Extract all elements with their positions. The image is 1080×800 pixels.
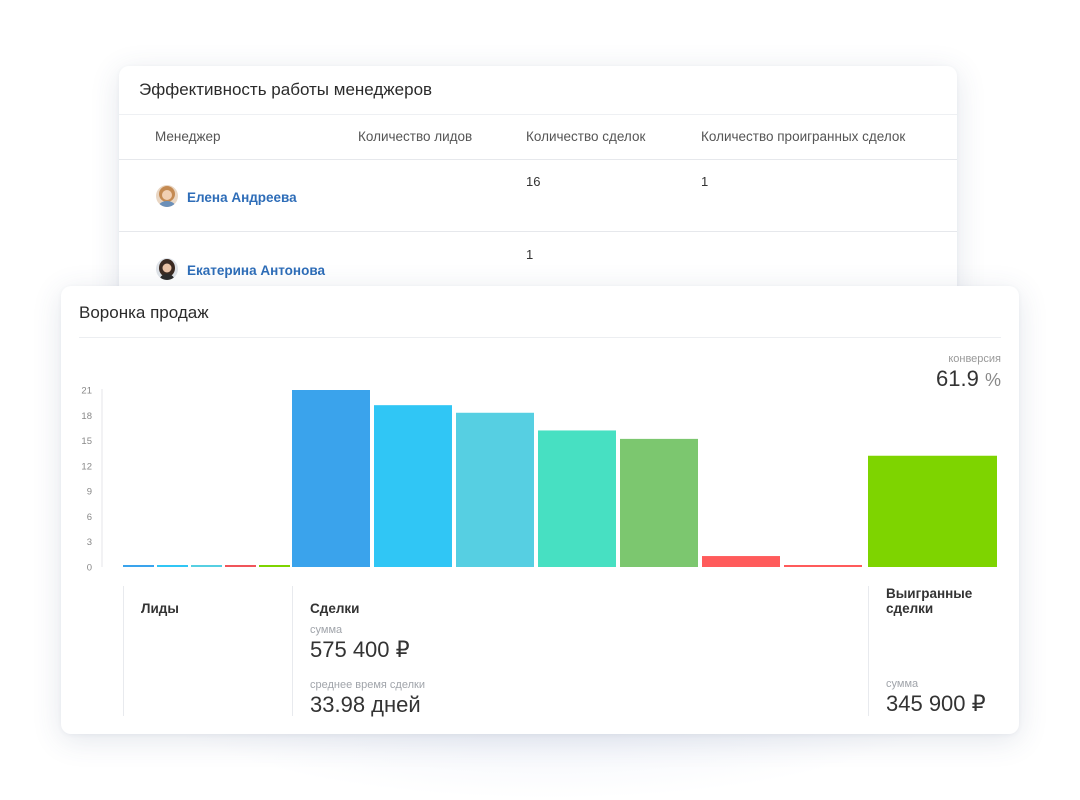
y-tick-label: 15 (81, 436, 92, 447)
won-sum-value: 345 900 ₽ (886, 691, 986, 716)
avg-deal-time-label: среднее время сделки (310, 679, 425, 691)
won-deals-title-line2: сделки (886, 601, 934, 616)
funnel-bar (456, 412, 534, 567)
y-tick-label: 21 (81, 386, 92, 397)
won-deals-section: Выигранные сделки сумма 345 900 ₽ (868, 586, 1009, 716)
y-tick-label: 9 (87, 487, 92, 498)
funnel-bar (292, 390, 370, 567)
column-header-manager[interactable]: Менеджер (155, 129, 221, 144)
deals-count: 1 (526, 247, 534, 262)
funnel-bar (259, 565, 290, 567)
y-tick-label: 0 (87, 563, 92, 574)
leads-section-title: Лиды (141, 601, 179, 616)
managers-table-header: Менеджер Количество лидов Количество сде… (119, 114, 957, 160)
managers-card-title: Эффективность работы менеджеров (139, 80, 433, 99)
funnel-bar (538, 430, 616, 567)
column-header-leads[interactable]: Количество лидов (358, 129, 472, 144)
funnel-bar (868, 455, 997, 567)
funnel-bar (620, 438, 698, 567)
avg-deal-time-value: 33.98 дней (310, 692, 421, 717)
funnel-bar-chart: 0 3 6 9 12 15 18 21 (81, 386, 997, 574)
won-sum-label: сумма (886, 678, 919, 690)
managers-performance-card: Эффективность работы менеджеров Менеджер… (119, 66, 957, 306)
sales-funnel-card: Воронка продаж конверсия 61.9 % 0 3 6 9 12 15… (61, 286, 1019, 734)
leads-section: Лиды (123, 586, 292, 716)
funnel-bar (157, 565, 188, 567)
manager-name-link[interactable]: Екатерина Антонова (187, 263, 325, 278)
lost-deals-count: 1 (701, 174, 709, 189)
won-deals-title-line1: Выигранные (886, 586, 973, 601)
deals-section: Сделки сумма 575 400 ₽ среднее время сде… (292, 586, 869, 717)
y-tick-label: 6 (87, 512, 92, 523)
deals-section-title: Сделки (310, 601, 360, 616)
won-deals-section-title: Выигранные сделки (886, 586, 972, 616)
funnel-bar (374, 405, 452, 567)
column-header-deals[interactable]: Количество сделок (526, 129, 645, 144)
y-tick-label: 12 (81, 461, 92, 472)
column-header-lost-deals[interactable]: Количество проигранных сделок (701, 129, 905, 144)
funnel-bar (225, 565, 256, 567)
y-tick-label: 18 (81, 411, 92, 422)
funnel-bar (702, 556, 780, 567)
deals-count: 16 (526, 174, 541, 189)
deals-sum-label: сумма (310, 624, 343, 636)
y-tick-label: 3 (87, 537, 92, 548)
avatar[interactable] (156, 258, 178, 280)
avatar[interactable] (156, 185, 178, 207)
funnel-bar (784, 565, 862, 567)
funnel-bar (191, 565, 222, 567)
funnel-bar (123, 565, 154, 567)
deals-sum-value: 575 400 ₽ (310, 637, 410, 662)
table-row: Елена Андреева 16 1 (119, 158, 957, 232)
manager-name-link[interactable]: Елена Андреева (187, 190, 297, 205)
